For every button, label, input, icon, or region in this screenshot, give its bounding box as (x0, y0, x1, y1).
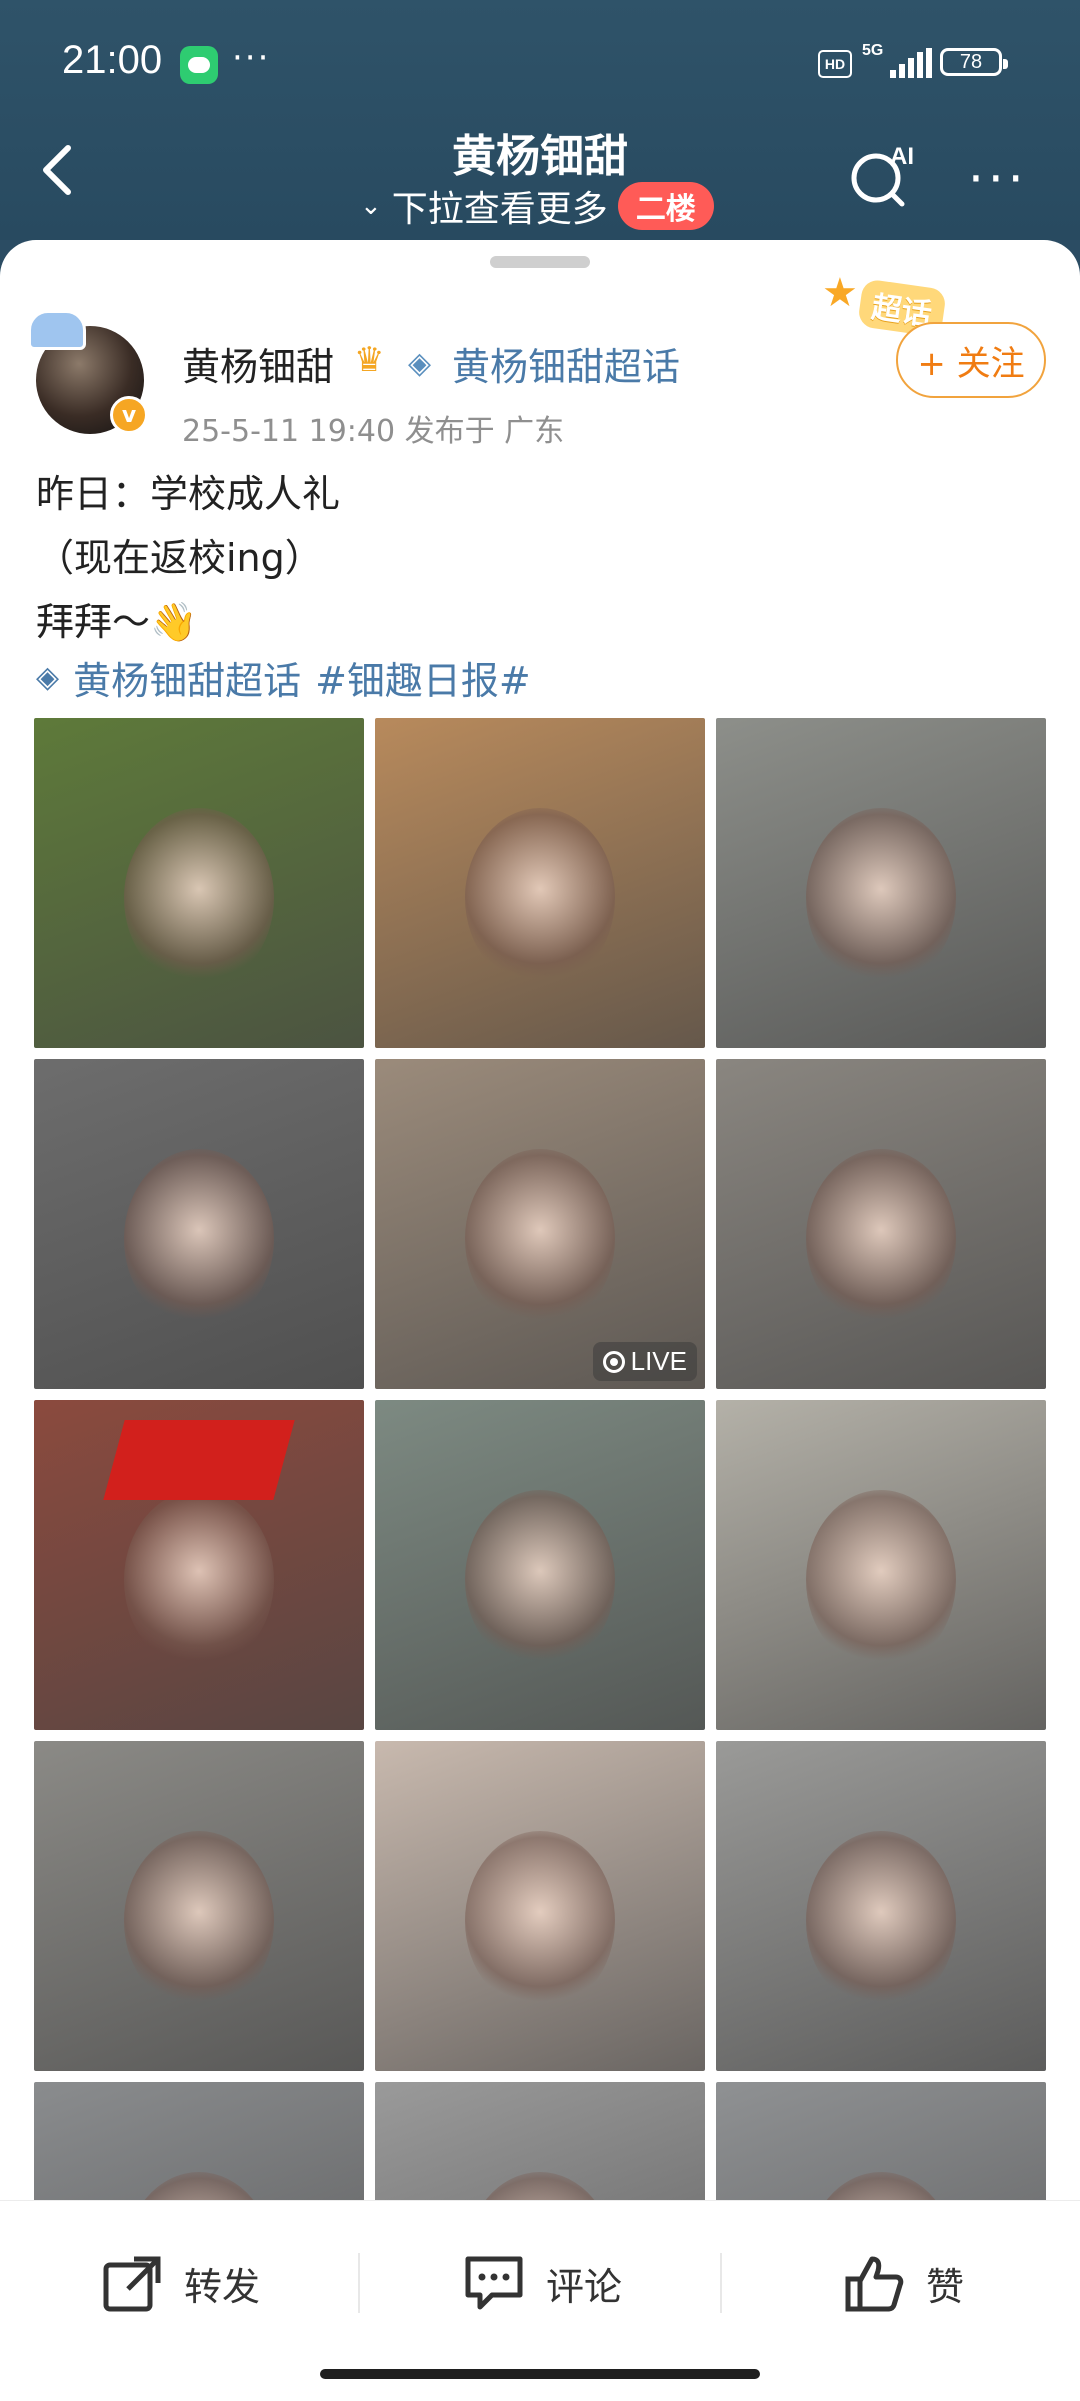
post-meta: 25-5-11 19:40 发布于 广东 (182, 414, 565, 449)
bottom-action-bar: 转发 评论 赞 (0, 2200, 1080, 2401)
repost-label: 转发 (184, 2264, 261, 2309)
photo-thumbnail[interactable] (375, 1400, 705, 1730)
wechat-icon (180, 46, 218, 84)
photo-thumbnail[interactable] (34, 718, 364, 1048)
live-label: LIVE (630, 1346, 687, 1376)
verified-badge-icon: v (110, 396, 148, 434)
hashtag-topic[interactable]: #钿趣日报# (315, 650, 531, 705)
post-line: （现在返校ing） (36, 536, 323, 580)
live-icon (602, 1350, 625, 1373)
hd-icon: HD (818, 50, 852, 78)
photo-thumbnail[interactable] (716, 1400, 1046, 1730)
photo-subject (806, 1831, 956, 2011)
photo-thumbnail[interactable] (375, 718, 705, 1048)
photo-thumbnail[interactable] (34, 1741, 364, 2071)
graduation-cap (103, 1420, 295, 1500)
photo-thumbnail[interactable] (34, 1059, 364, 1389)
status-more-icon: ··· (232, 38, 271, 78)
top-header: 21:00 ··· HD 5G 78 黄杨钿甜 ⌄ 下拉查看更多 二楼 AI ·… (0, 0, 1080, 240)
pull-down-hint[interactable]: ⌄ 下拉查看更多 二楼 (360, 180, 714, 232)
photo-subject (465, 1831, 615, 2011)
supertopic-link[interactable]: 黄杨钿甜超话 (452, 336, 680, 391)
status-bar: 21:00 ··· HD 5G 78 (0, 0, 1080, 130)
photo-subject (465, 808, 615, 988)
comment-icon (465, 2256, 523, 2310)
ai-label: AI (890, 143, 914, 170)
photo-subject (465, 1149, 615, 1329)
follow-button[interactable]: + 关注 (896, 322, 1046, 398)
more-options-button[interactable]: ··· (968, 150, 1028, 208)
chevron-down-icon: ⌄ (360, 191, 382, 221)
photo-thumbnail[interactable] (34, 2082, 364, 2200)
ai-search-button[interactable]: AI (846, 140, 926, 210)
like-label: 赞 (926, 2264, 965, 2309)
comment-label: 评论 (546, 2264, 623, 2309)
crown-icon: ♛ (354, 340, 385, 380)
post-card: ★ 超话 v 黄杨钿甜 ♛ ◈ 黄杨钿甜超话 + 关注 25-5-11 19:4… (0, 240, 1080, 2200)
status-time: 21:00 (62, 38, 163, 82)
photo-thumbnail[interactable] (716, 2082, 1046, 2200)
hashtag-supertopic[interactable]: 黄杨钿甜超话 (73, 650, 301, 705)
like-button[interactable]: 赞 (842, 2251, 964, 2315)
photo-thumbnail[interactable] (716, 1059, 1046, 1389)
repost-button[interactable]: 转发 (100, 2251, 260, 2315)
photo-subject (806, 1149, 956, 1329)
photo-thumbnail[interactable] (375, 1741, 705, 2071)
home-indicator[interactable] (320, 2369, 760, 2379)
live-badge: LIVE (592, 1342, 697, 1381)
photo-thumbnail[interactable] (716, 1741, 1046, 2071)
signal-icon (890, 48, 932, 78)
ai-search-icon: AI (851, 143, 914, 207)
divider (358, 2253, 360, 2313)
post-body: 昨日：学校成人礼 （现在返校ing） 拜拜～👋 (36, 462, 1036, 654)
photo-thumbnail[interactable] (34, 1400, 364, 1730)
comment-button[interactable]: 评论 (462, 2251, 622, 2315)
drag-handle[interactable] (490, 256, 590, 268)
network-type: 5G (862, 42, 884, 59)
photo-thumbnail[interactable] (375, 2082, 705, 2200)
battery-icon: 78 (940, 48, 1008, 76)
post-line: 拜拜～👋 (36, 600, 198, 644)
share-icon (103, 2256, 161, 2312)
photo-thumbnail[interactable]: LIVE (375, 1059, 705, 1389)
second-floor-badge[interactable]: 二楼 (617, 182, 714, 230)
photo-subject (124, 1149, 274, 1329)
avatar-decoration-icon (28, 310, 86, 350)
thumbs-up-icon (845, 2256, 904, 2312)
diamond-icon: ◈ (408, 346, 432, 381)
photo-subject (124, 2172, 274, 2200)
photo-subject (806, 808, 956, 988)
photo-thumbnail[interactable] (716, 718, 1046, 1048)
divider (720, 2253, 722, 2313)
author-name[interactable]: 黄杨钿甜 (182, 336, 334, 391)
pull-hint-text: 下拉查看更多 (391, 189, 608, 230)
photo-subject (124, 808, 274, 988)
post-line: 昨日：学校成人礼 (36, 472, 341, 516)
star-icon: ★ (822, 270, 858, 316)
diamond-icon: ◈ (36, 660, 60, 695)
photo-subject (465, 1490, 615, 1670)
photo-subject (124, 1831, 274, 2011)
hashtag-row: ◈ 黄杨钿甜超话 #钿趣日报# (36, 650, 531, 705)
photo-subject (806, 2172, 956, 2200)
photo-subject (806, 1490, 956, 1670)
photo-grid: LIVE (34, 718, 1046, 2200)
photo-subject (465, 2172, 615, 2200)
photo-subject (124, 1490, 274, 1670)
